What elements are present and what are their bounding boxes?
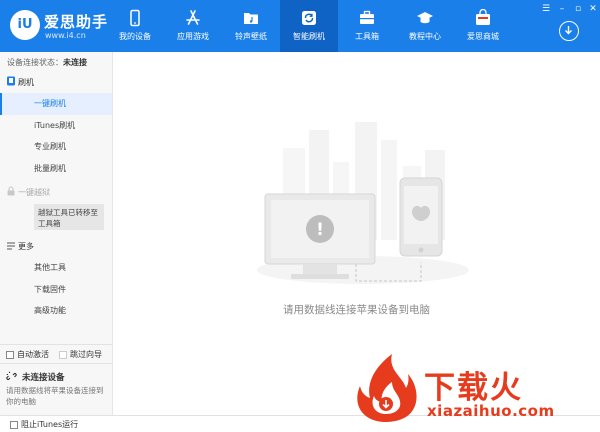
shopping-box-icon: [476, 9, 490, 25]
nav-label: 铃声壁纸: [235, 32, 267, 41]
graduation-cap-icon: [417, 12, 433, 24]
section-more: 更多: [18, 242, 34, 251]
app-store-icon: [186, 10, 200, 25]
watermark-brand: 下载火: [424, 370, 523, 406]
lock-icon: [7, 186, 15, 196]
minimize-icon[interactable]: –: [556, 3, 568, 15]
app-url: www.i4.cn: [45, 31, 86, 40]
section-jailbreak: 一键越狱: [18, 188, 50, 197]
sidebar-item-advanced[interactable]: 高级功能: [0, 300, 112, 322]
skip-guide-checkbox[interactable]: 跳过向导: [59, 349, 102, 360]
jailbreak-moved-notice: 越狱工具已转移至工具箱: [34, 204, 104, 230]
nav-apps-games[interactable]: 应用游戏: [164, 0, 222, 52]
nav-label: 教程中心: [409, 32, 441, 41]
nav-toolbox[interactable]: 工具箱: [338, 0, 396, 52]
phone-icon: [130, 9, 140, 27]
empty-state-message: 请用数据线连接苹果设备到电脑: [283, 304, 430, 316]
sidebar-item-other-tools[interactable]: 其他工具: [0, 257, 112, 279]
sidebar-item-pro-flash[interactable]: 专业刷机: [0, 136, 112, 158]
watermark-url: xiazaihuo.com: [427, 402, 555, 420]
checkbox-box[interactable]: [6, 350, 14, 359]
disconnected-link-icon: [6, 371, 17, 381]
download-arrow-icon: [565, 26, 572, 35]
divider: [0, 344, 112, 345]
maximize-icon[interactable]: ▫: [572, 3, 584, 15]
connect-device-illustration: !: [257, 122, 469, 284]
sidebar-item-one-click-flash[interactable]: 一键刷机: [0, 93, 112, 115]
connection-status-label: 设备连接状态：: [7, 58, 63, 67]
nav-label: 我的设备: [119, 32, 151, 41]
sidebar-item-download-firmware[interactable]: 下载固件: [0, 279, 112, 301]
sidebar-item-batch-flash[interactable]: 批量刷机: [0, 158, 112, 180]
app-logo: iU: [10, 10, 40, 40]
refresh-box-icon: [302, 11, 316, 25]
download-button[interactable]: [559, 21, 579, 41]
music-folder-icon: [244, 13, 258, 24]
nav-tutorial-center[interactable]: 教程中心: [396, 0, 454, 52]
nav-smart-flash[interactable]: 智能刷机: [280, 0, 338, 52]
nav-label: 应用游戏: [177, 32, 209, 41]
nav-label: 智能刷机: [293, 32, 325, 41]
alert-icon: !: [316, 220, 324, 240]
more-list-icon: [7, 242, 15, 250]
auto-activate-label: 自动激活: [17, 350, 49, 359]
checkbox-box[interactable]: [59, 350, 67, 359]
close-icon[interactable]: ✕: [587, 3, 599, 15]
connection-status: 设备连接状态：未连接: [7, 57, 87, 68]
auto-activate-checkbox[interactable]: 自动激活: [6, 349, 49, 360]
menu-icon[interactable]: ☰: [540, 3, 552, 15]
top-header: iU 爱思助手 www.i4.cn 我的设备 应用游戏 铃声壁纸 智能刷机 工具…: [0, 0, 600, 52]
block-itunes-checkbox[interactable]: 阻止iTunes运行: [10, 419, 78, 430]
section-flash: 刷机: [18, 78, 34, 87]
device-status-title: 未连接设备: [22, 373, 65, 383]
left-sidebar: 设备连接状态：未连接 刷机 一键刷机 iTunes刷机 专业刷机 批量刷机 一键…: [0, 52, 113, 415]
toolbox-icon: [360, 10, 374, 24]
flash-device-icon: [7, 76, 15, 86]
device-status-desc: 请用数据线将苹果设备连接到你的电脑: [6, 386, 104, 406]
fire-logo-icon: [357, 354, 417, 422]
divider: [0, 363, 112, 364]
skip-guide-label: 跳过向导: [70, 350, 102, 359]
nav-i4-store[interactable]: 爱思商城: [454, 0, 512, 52]
app-title: 爱思助手: [44, 13, 109, 31]
block-itunes-label: 阻止iTunes运行: [21, 420, 79, 429]
connection-status-value: 未连接: [63, 58, 87, 67]
nav-ringtones-wallpapers[interactable]: 铃声壁纸: [222, 0, 280, 52]
nav-label: 爱思商城: [467, 32, 499, 41]
sidebar-item-itunes-flash[interactable]: iTunes刷机: [0, 115, 112, 137]
checkbox-box[interactable]: [10, 420, 18, 429]
nav-label: 工具箱: [355, 32, 379, 41]
nav-my-device[interactable]: 我的设备: [106, 0, 164, 52]
